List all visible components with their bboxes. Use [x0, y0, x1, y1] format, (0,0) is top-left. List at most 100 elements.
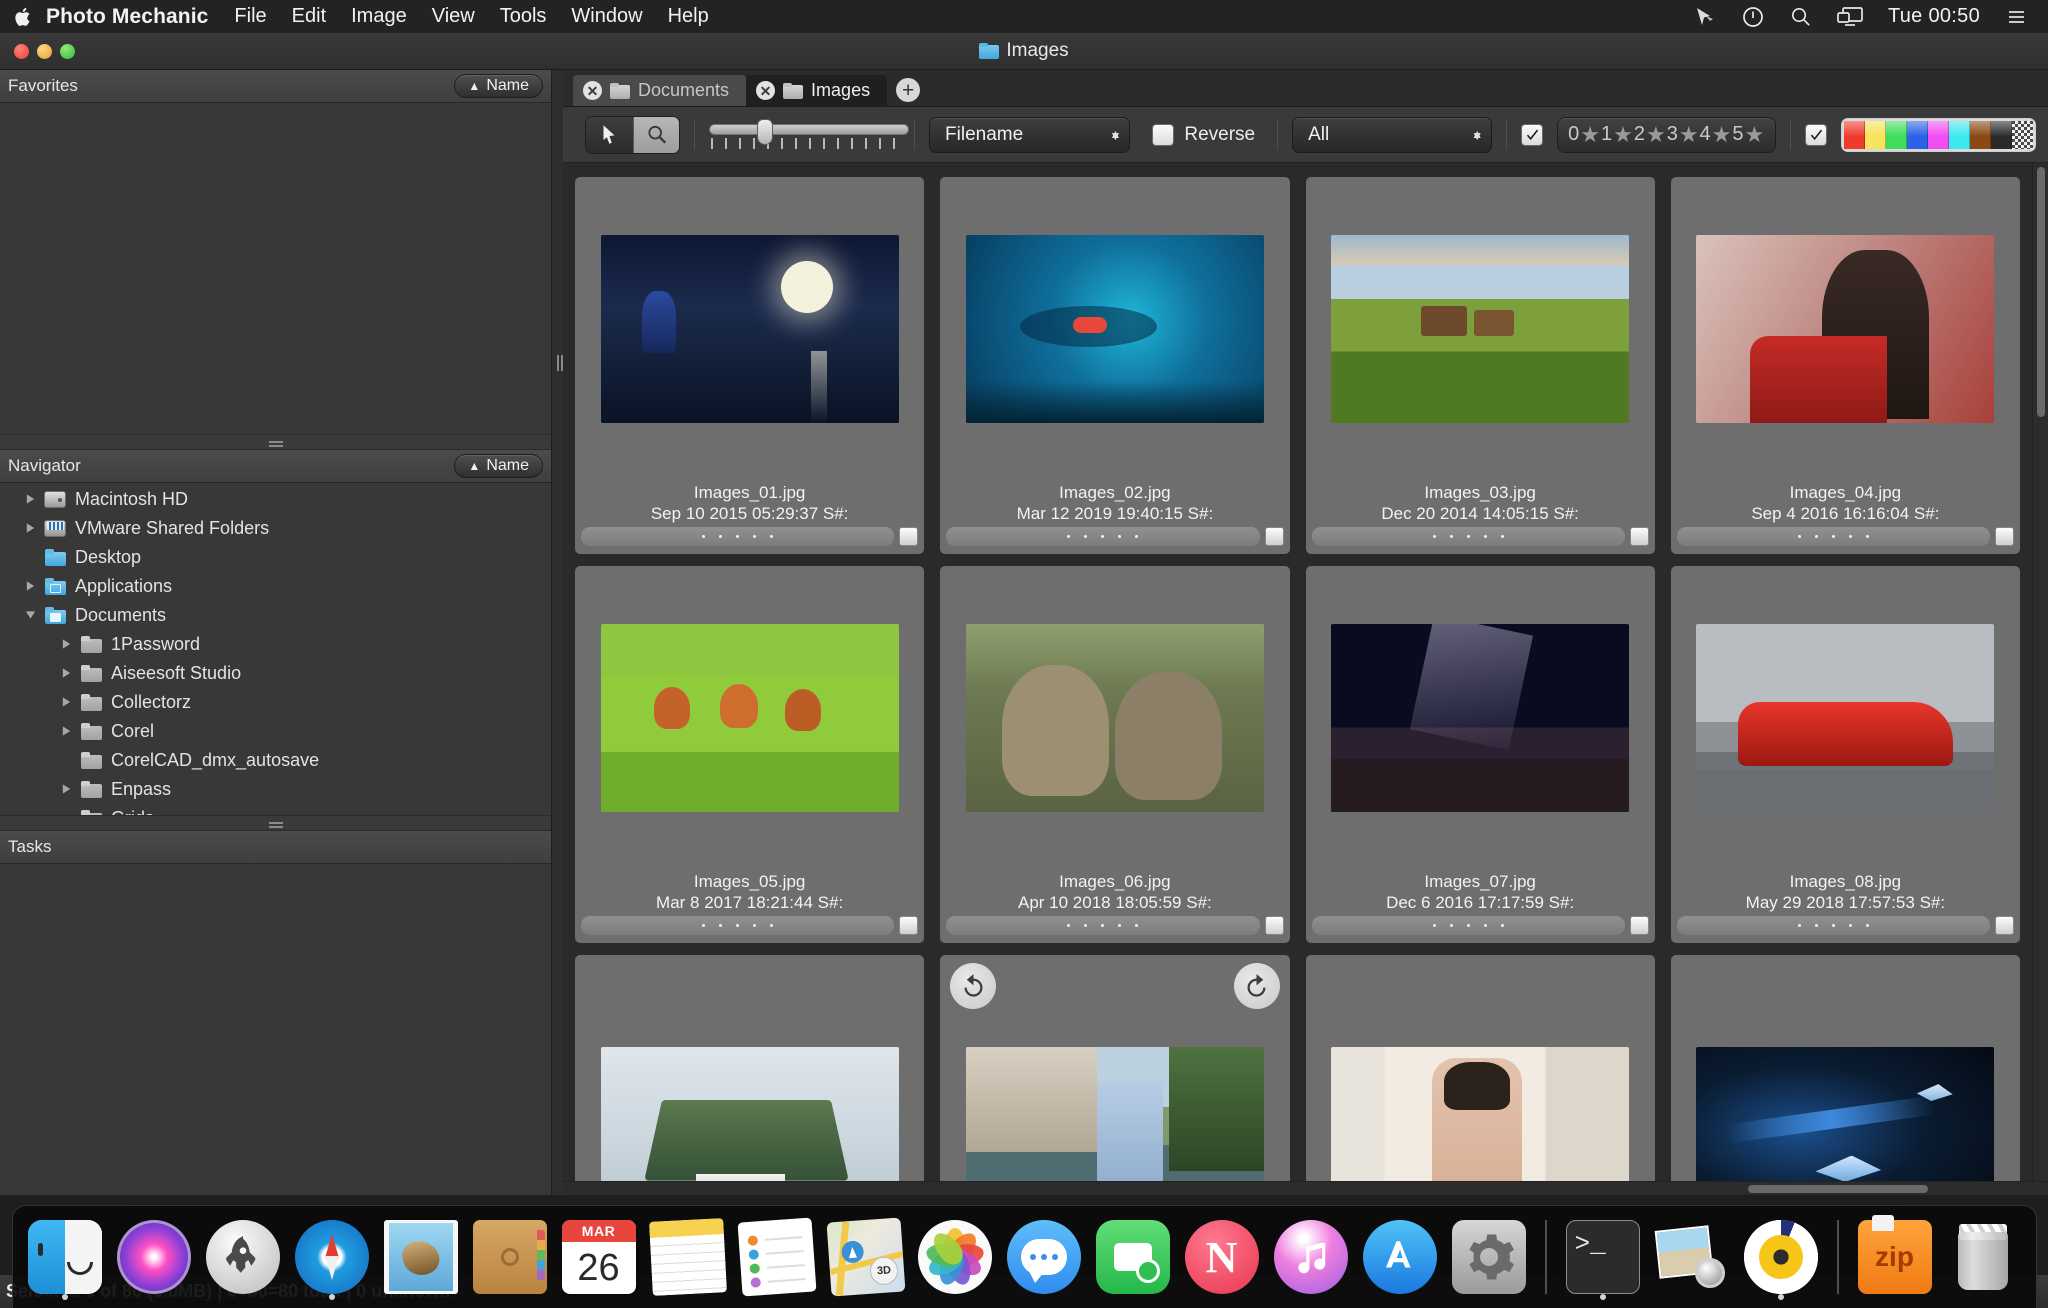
sort-field-select[interactable]: Filename ▲ ▼ [929, 116, 1131, 153]
app-store-icon[interactable] [1362, 1220, 1437, 1294]
vertical-splitter[interactable] [552, 70, 563, 1195]
thumbnail-size-slider[interactable] [709, 115, 910, 155]
dock-item-messages[interactable] [1004, 1212, 1084, 1302]
dock-item-contacts[interactable] [470, 1212, 550, 1302]
thumbnail-image[interactable] [1696, 234, 1995, 423]
launchpad-icon[interactable] [205, 1220, 280, 1294]
color-swatch-7[interactable] [1991, 120, 2013, 149]
thumbnail-cell[interactable] [1663, 949, 2028, 1181]
search-icon[interactable] [1789, 5, 1812, 28]
dock-item-maps[interactable]: 3D [826, 1212, 906, 1302]
itunes-icon[interactable] [1273, 1220, 1348, 1294]
dock-item-zip-folder[interactable]: zip [1855, 1212, 1935, 1302]
menu-window[interactable]: Window [571, 5, 642, 28]
navigator-tasks-splitter[interactable] [0, 815, 551, 832]
star-icon[interactable]: ★ [1712, 122, 1732, 148]
thumbnail-color-chip[interactable] [1995, 527, 2014, 546]
thumbnail-color-chip[interactable] [1264, 527, 1284, 546]
thumbnail-color-chip[interactable] [1995, 916, 2014, 935]
star-icon[interactable]: ★ [1679, 122, 1699, 148]
thumbnail-image-area[interactable] [1306, 955, 1655, 1181]
dock-item-facetime[interactable] [1093, 1212, 1173, 1302]
color-swatch-4[interactable] [1928, 120, 1950, 149]
close-button[interactable] [14, 44, 29, 59]
disclosure-triangle-icon[interactable] [54, 696, 78, 708]
thumbnail-color-chip[interactable] [1264, 916, 1284, 935]
thumbnail-tile[interactable] [1670, 955, 2020, 1181]
grid-vertical-scrollbar[interactable] [2032, 163, 2048, 1181]
tab-images[interactable]: ✕ Images [746, 75, 888, 106]
notes-icon[interactable] [648, 1218, 727, 1296]
disclosure-triangle-icon[interactable] [54, 783, 78, 795]
thumbnail-image-area[interactable] [1306, 177, 1655, 480]
thumbnail-color-chip[interactable] [1629, 916, 1649, 935]
color-filter-checkbox[interactable] [1805, 123, 1828, 146]
disclosure-triangle-icon[interactable] [18, 522, 42, 534]
thumbnail-cell[interactable] [567, 949, 932, 1181]
contacts-icon[interactable] [472, 1220, 547, 1294]
tasks-list[interactable] [0, 864, 551, 1196]
menu-clock[interactable]: Tue 00:50 [1888, 5, 1980, 28]
color-swatch-8[interactable] [2012, 120, 2033, 149]
rotate-left-icon[interactable] [950, 963, 997, 1009]
thumbnail-image-area[interactable] [1671, 955, 2020, 1181]
menu-view[interactable]: View [432, 5, 475, 28]
thumbnail-tile[interactable]: Images_05.jpg Mar 8 2017 18:21:44 S#: [575, 566, 925, 943]
window-titlebar[interactable]: Images [0, 33, 2048, 70]
color-swatch-3[interactable] [1907, 120, 1929, 149]
thumbnail-cell[interactable]: Images_05.jpg Mar 8 2017 18:21:44 S#: [567, 560, 932, 949]
rating-3-label[interactable]: 3 [1667, 123, 1678, 146]
navigator-sort-button[interactable]: ▲ Name [454, 453, 543, 478]
disclosure-triangle-icon[interactable] [18, 580, 42, 592]
slider-knob[interactable] [757, 118, 774, 145]
thumbnail-image[interactable] [600, 234, 899, 423]
thumbnail-image-area[interactable] [940, 566, 1289, 869]
thumbnail-color-chip[interactable] [899, 527, 919, 546]
color-class-filter[interactable] [1841, 117, 2036, 152]
thumbnail-color-chip[interactable] [1629, 527, 1649, 546]
dock-item-photos[interactable] [915, 1212, 995, 1302]
favorites-sort-button[interactable]: ▲ Name [454, 74, 543, 98]
navigator-item-grids[interactable]: Grids [0, 804, 551, 816]
rating-0-label[interactable]: 0 [1568, 123, 1579, 146]
thumbnail-tile[interactable]: Images_03.jpg Dec 20 2014 14:05:15 S#: [1305, 177, 1655, 554]
disclosure-triangle-icon[interactable] [54, 725, 78, 737]
dock-item-system-preferences[interactable] [1449, 1212, 1529, 1302]
mail-icon[interactable] [383, 1220, 458, 1294]
filter-select[interactable]: All ▲ ▼ [1292, 116, 1493, 153]
dock-item-photo-mechanic[interactable] [1741, 1212, 1821, 1302]
cursor-arrow-icon[interactable] [586, 116, 633, 153]
terminal-icon[interactable]: >_ [1565, 1220, 1640, 1294]
thumbnail-tile[interactable] [575, 955, 925, 1181]
star-icon[interactable]: ★ [1745, 122, 1765, 148]
thumbnail-grid[interactable]: Images_01.jpg Sep 10 2015 05:29:37 S#: Ima… [563, 163, 2032, 1181]
photo-mechanic-icon[interactable] [1743, 1220, 1818, 1294]
thumbnail-tile[interactable]: Images_01.jpg Sep 10 2015 05:29:37 S#: [575, 177, 925, 554]
reverse-checkbox[interactable] [1152, 123, 1175, 146]
thumbnail-image-area[interactable] [575, 566, 924, 869]
preview-icon[interactable] [1654, 1220, 1729, 1294]
color-swatch-5[interactable] [1949, 120, 1971, 149]
star-icon[interactable]: ★ [1646, 122, 1666, 148]
dock-item-appstore[interactable] [1360, 1212, 1440, 1302]
dock-item-siri[interactable] [114, 1212, 194, 1302]
dock-item-terminal[interactable]: >_ [1563, 1212, 1643, 1302]
facetime-icon[interactable] [1095, 1220, 1170, 1294]
thumbnail-tag-bar[interactable] [1676, 916, 1990, 935]
navigator-item-corelcad-dmx-autosave[interactable]: CorelCAD_dmx_autosave [0, 746, 551, 775]
close-circle-icon[interactable]: ✕ [583, 81, 602, 100]
news-icon[interactable]: N [1184, 1220, 1259, 1294]
reverse-checkbox-group[interactable]: Reverse [1152, 123, 1255, 146]
thumbnail-image[interactable] [965, 623, 1264, 812]
thumbnail-tag-bar[interactable] [1676, 527, 1990, 546]
thumbnail-cell[interactable]: Images_01.jpg Sep 10 2015 05:29:37 S#: [567, 171, 932, 560]
magnifier-icon[interactable] [632, 116, 680, 153]
menu-image[interactable]: Image [351, 5, 407, 28]
reminders-icon[interactable] [737, 1217, 816, 1297]
rotate-right-icon[interactable] [1233, 963, 1280, 1009]
finder-icon[interactable] [27, 1220, 102, 1294]
thumbnail-cell[interactable]: Images_08.jpg May 29 2018 17:57:53 S#: [1663, 560, 2028, 949]
dock-item-mail[interactable] [381, 1212, 461, 1302]
list-menu-icon[interactable] [2004, 5, 2028, 29]
thumbnail-tile[interactable] [940, 955, 1290, 1181]
